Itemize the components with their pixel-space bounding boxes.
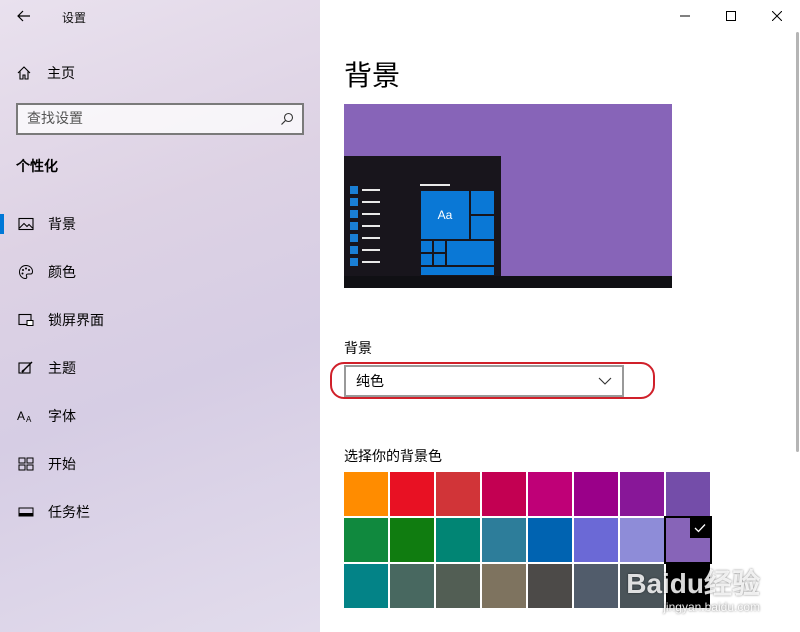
theme-brush-icon bbox=[16, 360, 36, 376]
minimize-icon bbox=[680, 15, 690, 17]
back-button[interactable] bbox=[8, 2, 40, 30]
palette-icon bbox=[16, 264, 36, 280]
color-swatch[interactable] bbox=[620, 564, 664, 608]
minimize-button[interactable] bbox=[662, 0, 708, 32]
sidebar-item-label: 任务栏 bbox=[48, 505, 90, 521]
sidebar-item-label: 锁屏界面 bbox=[48, 313, 104, 329]
maximize-icon bbox=[726, 11, 736, 21]
start-grid-icon bbox=[16, 457, 36, 471]
color-swatch[interactable] bbox=[620, 472, 664, 516]
color-swatch[interactable] bbox=[390, 564, 434, 608]
home-icon bbox=[17, 66, 31, 80]
sidebar-item-start[interactable]: 开始 bbox=[0, 444, 320, 484]
color-swatch[interactable] bbox=[390, 472, 434, 516]
color-swatch[interactable] bbox=[528, 472, 572, 516]
background-dropdown[interactable]: 纯色 bbox=[344, 365, 624, 397]
main-pane: 背景 Aa 背景 纯色 选择你的背景色 Baidu经验 jingyan.baid… bbox=[320, 0, 800, 632]
sidebar-item-color[interactable]: 颜色 bbox=[0, 252, 320, 292]
search-box[interactable] bbox=[16, 103, 304, 135]
background-label: 背景 bbox=[344, 341, 372, 357]
color-picker-label: 选择你的背景色 bbox=[344, 449, 442, 465]
close-icon bbox=[772, 11, 782, 21]
color-swatch[interactable] bbox=[390, 518, 434, 562]
color-swatch-grid bbox=[344, 472, 712, 612]
desktop-preview: Aa bbox=[344, 104, 672, 288]
color-swatch[interactable] bbox=[344, 564, 388, 608]
color-swatch[interactable] bbox=[528, 518, 572, 562]
sidebar-item-background[interactable]: 背景 bbox=[0, 204, 320, 244]
sidebar-item-label: 颜色 bbox=[48, 265, 76, 281]
scrollbar-thumb[interactable] bbox=[796, 32, 799, 452]
lock-screen-icon bbox=[16, 313, 36, 327]
sidebar-item-lock-screen[interactable]: 锁屏界面 bbox=[0, 300, 320, 340]
background-dropdown-value: 纯色 bbox=[356, 374, 384, 390]
scrollbar[interactable] bbox=[794, 32, 800, 452]
color-swatch[interactable] bbox=[664, 516, 712, 564]
color-swatch[interactable] bbox=[666, 472, 710, 516]
color-swatch[interactable] bbox=[574, 518, 618, 562]
color-swatch[interactable] bbox=[344, 472, 388, 516]
color-swatch[interactable] bbox=[620, 518, 664, 562]
color-swatch[interactable] bbox=[344, 518, 388, 562]
search-icon[interactable] bbox=[272, 112, 302, 126]
preview-sample-tile: Aa bbox=[420, 190, 470, 240]
svg-text:A: A bbox=[26, 415, 32, 423]
home-label: 主页 bbox=[47, 66, 75, 82]
color-swatch[interactable] bbox=[574, 564, 618, 608]
page-title: 背景 bbox=[344, 59, 401, 92]
sidebar-item-taskbar[interactable]: 任务栏 bbox=[0, 492, 320, 532]
color-swatch[interactable] bbox=[666, 564, 710, 608]
section-heading: 个性化 bbox=[16, 159, 58, 175]
selected-indicator bbox=[0, 214, 4, 234]
color-swatch[interactable] bbox=[436, 472, 480, 516]
sidebar-item-label: 背景 bbox=[48, 217, 76, 233]
search-input[interactable] bbox=[18, 105, 272, 133]
close-button[interactable] bbox=[754, 0, 800, 32]
color-swatch[interactable] bbox=[482, 518, 526, 562]
preview-start-menu: Aa bbox=[344, 156, 501, 276]
preview-sample-text: Aa bbox=[437, 208, 453, 222]
color-swatch[interactable] bbox=[436, 564, 480, 608]
picture-icon bbox=[16, 217, 36, 231]
back-arrow-icon bbox=[17, 10, 30, 22]
color-swatch[interactable] bbox=[574, 472, 618, 516]
sidebar-item-label: 开始 bbox=[48, 457, 76, 473]
app-title: 设置 bbox=[62, 11, 87, 25]
color-swatch[interactable] bbox=[436, 518, 480, 562]
sidebar-item-label: 字体 bbox=[48, 409, 76, 425]
checkmark-icon bbox=[690, 518, 710, 538]
svg-text:A: A bbox=[17, 409, 25, 423]
sidebar-item-home[interactable]: 主页 bbox=[16, 62, 75, 84]
color-swatch[interactable] bbox=[528, 564, 572, 608]
color-swatch[interactable] bbox=[482, 472, 526, 516]
color-swatch[interactable] bbox=[482, 564, 526, 608]
preview-taskbar bbox=[344, 276, 672, 288]
sidebar-item-font[interactable]: A A 字体 bbox=[0, 396, 320, 436]
sidebar-item-theme[interactable]: 主题 bbox=[0, 348, 320, 388]
font-icon: A A bbox=[16, 409, 36, 423]
taskbar-icon bbox=[16, 506, 36, 518]
sidebar-item-label: 主题 bbox=[48, 361, 76, 377]
chevron-down-icon bbox=[598, 377, 612, 385]
maximize-button[interactable] bbox=[708, 0, 754, 32]
sidebar: 设置 主页 个性化 背景 bbox=[0, 0, 320, 632]
